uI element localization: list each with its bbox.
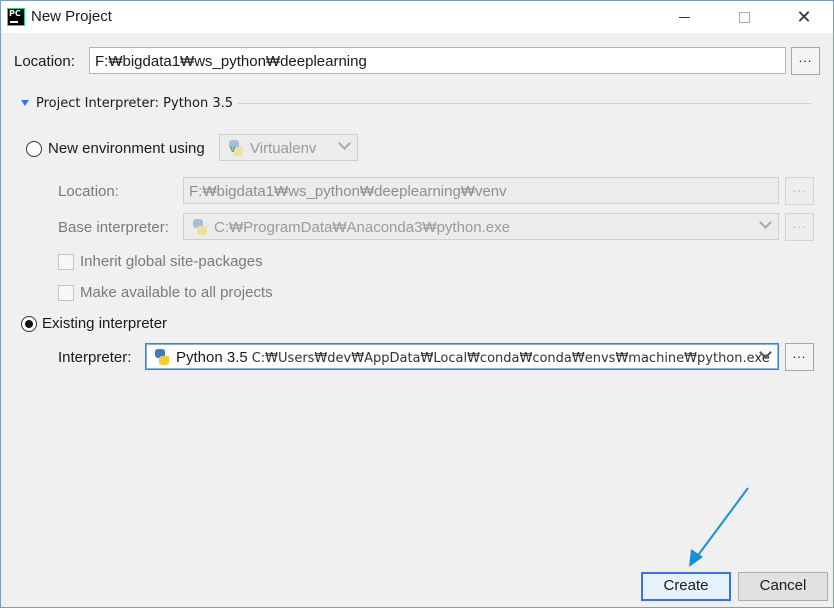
close-icon: ✕	[796, 6, 812, 27]
make-available-checkbox[interactable]	[58, 285, 74, 301]
base-interpreter-select[interactable]: C:₩ProgramData₩Anaconda3₩python.exe	[183, 213, 779, 240]
interpreter-section-title: Project Interpreter: Python 3.5	[36, 96, 234, 111]
pycharm-icon: PC	[7, 8, 25, 26]
inherit-packages-checkbox[interactable]	[58, 254, 74, 270]
base-interpreter-value: C:₩ProgramData₩Anaconda3₩python.exe	[214, 219, 510, 236]
expand-triangle-icon	[21, 100, 29, 106]
interpreter-select[interactable]: Python 3.5 C:₩Users₩dev₩AppData₩Local₩con…	[145, 343, 779, 370]
interpreter-browse-button[interactable]: ...	[785, 343, 814, 371]
new-environment-label[interactable]: New environment using	[48, 140, 205, 157]
base-interpreter-browse-button[interactable]: ...	[785, 213, 814, 241]
base-interpreter-label: Base interpreter:	[58, 219, 169, 236]
create-button[interactable]: Create	[641, 572, 731, 601]
venv-location-browse-button[interactable]: ...	[785, 177, 814, 205]
python-icon	[154, 349, 170, 365]
maximize-icon	[738, 11, 750, 23]
location-browse-button[interactable]: ...	[791, 47, 820, 75]
interpreter-path: C:₩Users₩dev₩AppData₩Local₩conda₩conda₩e…	[251, 351, 770, 366]
annotation-arrow-icon	[689, 487, 749, 567]
new-project-dialog: PC New Project ✕ Location: F:₩bigdata1₩w…	[0, 0, 834, 608]
interpreter-name: Python 3.5	[176, 349, 248, 366]
window-title: New Project	[31, 8, 112, 25]
environment-tool-value: Virtualenv	[250, 140, 317, 157]
existing-interpreter-radio[interactable]	[21, 316, 37, 332]
close-button[interactable]: ✕	[781, 1, 827, 33]
section-divider	[238, 103, 812, 104]
chevron-down-icon	[338, 137, 351, 150]
minimize-icon	[678, 16, 690, 18]
venv-location-label: Location:	[58, 183, 119, 200]
maximize-button[interactable]	[721, 1, 767, 33]
new-environment-radio[interactable]	[26, 141, 42, 157]
inherit-packages-label[interactable]: Inherit global site-packages	[80, 253, 263, 270]
cancel-button[interactable]: Cancel	[738, 572, 828, 601]
interpreter-label: Interpreter:	[58, 349, 132, 366]
make-available-label[interactable]: Make available to all projects	[80, 284, 273, 301]
location-label: Location:	[14, 53, 75, 70]
python-icon	[192, 219, 208, 235]
environment-tool-select[interactable]: v Virtualenv	[219, 134, 358, 161]
existing-interpreter-label[interactable]: Existing interpreter	[42, 315, 167, 332]
title-bar[interactable]: PC New Project ✕	[1, 1, 833, 33]
chevron-down-icon	[759, 216, 772, 229]
minimize-button[interactable]	[661, 1, 707, 33]
venv-location-input[interactable]: F:₩bigdata1₩ws_python₩deeplearning₩venv	[183, 177, 779, 204]
location-input[interactable]: F:₩bigdata1₩ws_python₩deeplearning	[89, 47, 786, 74]
